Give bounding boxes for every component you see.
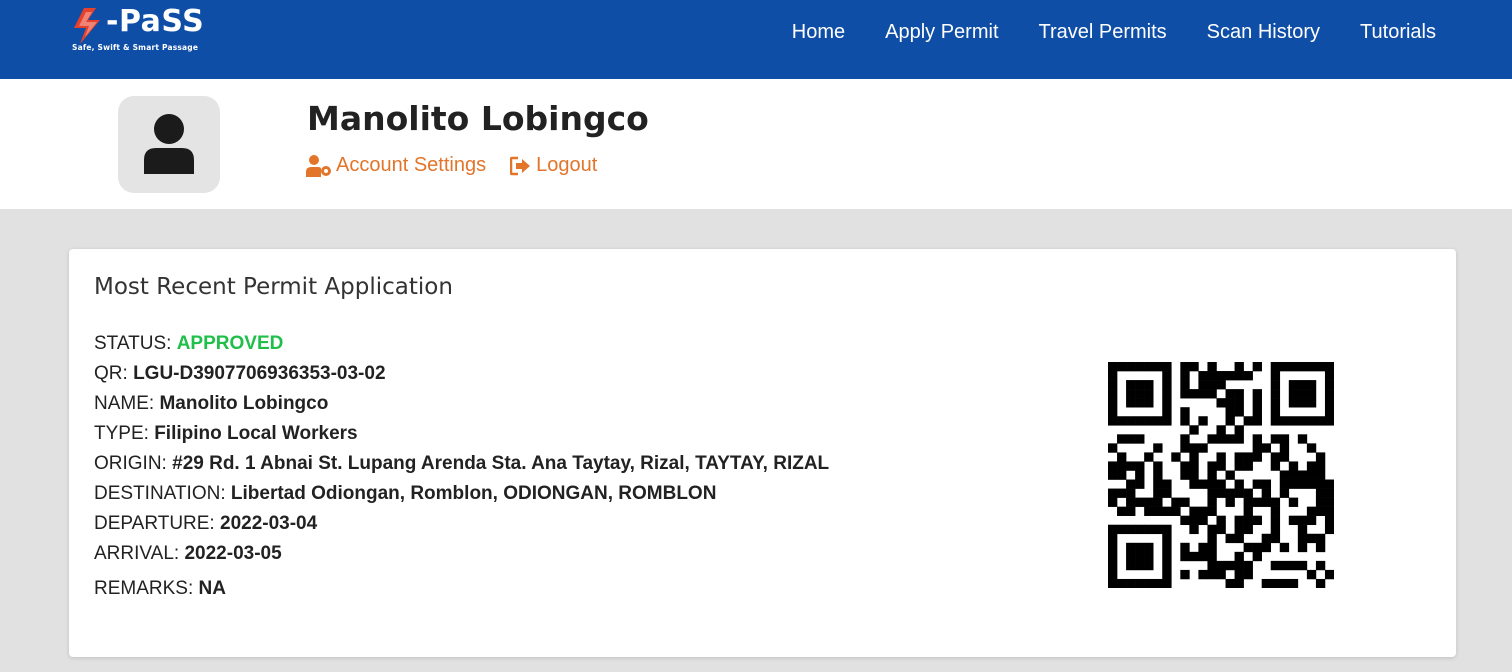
type-row: TYPE: Filipino Local Workers: [94, 422, 829, 452]
status-badge: APPROVED: [176, 333, 284, 354]
account-settings-label: Account Settings: [336, 154, 487, 176]
name-value: Manolito Lobingco: [159, 393, 329, 414]
origin-label: ORIGIN:: [94, 453, 167, 474]
brand-logo[interactable]: -PaSS Safe, Swift & Smart Passage: [70, 4, 230, 54]
sign-out-icon: [510, 156, 531, 175]
nav-travel-permits[interactable]: Travel Permits: [1039, 21, 1167, 44]
status-row: STATUS: APPROVED: [94, 332, 829, 362]
permit-details: STATUS: APPROVED QR: LGU-D3907706936353-…: [94, 332, 829, 607]
logout-link[interactable]: Logout: [510, 154, 597, 177]
departure-label: DEPARTURE:: [94, 513, 215, 534]
user-cog-icon: [306, 154, 331, 177]
remarks-label: REMARKS:: [94, 578, 194, 599]
status-label: STATUS:: [94, 333, 172, 354]
avatar: [118, 96, 220, 193]
nav-home[interactable]: Home: [792, 21, 845, 44]
nav-tutorials[interactable]: Tutorials: [1360, 21, 1436, 44]
lightning-logo-icon: [74, 8, 100, 44]
destination-row: DESTINATION: Libertad Odiongan, Romblon,…: [94, 482, 829, 512]
destination-value: Libertad Odiongan, Romblon, ODIONGAN, RO…: [230, 483, 717, 504]
qr-row: QR: LGU-D3907706936353-03-02: [94, 362, 829, 392]
arrival-value: 2022-03-05: [184, 543, 282, 564]
nav-scan-history[interactable]: Scan History: [1207, 21, 1320, 44]
origin-row: ORIGIN: #29 Rd. 1 Abnai St. Lupang Arend…: [94, 452, 829, 482]
type-label: TYPE:: [94, 423, 149, 444]
nav-apply-permit[interactable]: Apply Permit: [885, 21, 998, 44]
type-value: Filipino Local Workers: [154, 423, 358, 444]
qr-code-image: [1108, 362, 1334, 588]
account-settings-link[interactable]: Account Settings: [306, 154, 486, 177]
departure-value: 2022-03-04: [220, 513, 318, 534]
arrival-label: ARRIVAL:: [94, 543, 180, 564]
destination-label: DESTINATION:: [94, 483, 226, 504]
card-title: Most Recent Permit Application: [94, 274, 453, 300]
arrival-row: ARRIVAL: 2022-03-05: [94, 542, 829, 572]
recent-permit-card: Most Recent Permit Application STATUS: A…: [69, 249, 1456, 657]
brand-tagline: Safe, Swift & Smart Passage: [72, 43, 199, 52]
remarks-value: NA: [198, 578, 226, 599]
origin-value: #29 Rd. 1 Abnai St. Lupang Arenda Sta. A…: [172, 453, 830, 474]
qr-code-value: LGU-D3907706936353-03-02: [133, 363, 386, 384]
qr-label: QR:: [94, 363, 128, 384]
user-name: Manolito Lobingco: [307, 99, 649, 138]
main-nav: Home Apply Permit Travel Permits Scan Hi…: [792, 21, 1436, 44]
departure-row: DEPARTURE: 2022-03-04: [94, 512, 829, 542]
top-navbar: -PaSS Safe, Swift & Smart Passage Home A…: [0, 0, 1512, 79]
name-label: NAME:: [94, 393, 155, 414]
name-row: NAME: Manolito Lobingco: [94, 392, 829, 422]
profile-header: Manolito Lobingco Account Settings Logou…: [0, 79, 1512, 209]
profile-links: Account Settings Logout: [306, 154, 597, 177]
remarks-row: REMARKS: NA: [94, 577, 829, 607]
user-silhouette-icon: [144, 114, 194, 174]
logout-label: Logout: [536, 154, 598, 176]
brand-name: -PaSS: [106, 4, 205, 39]
